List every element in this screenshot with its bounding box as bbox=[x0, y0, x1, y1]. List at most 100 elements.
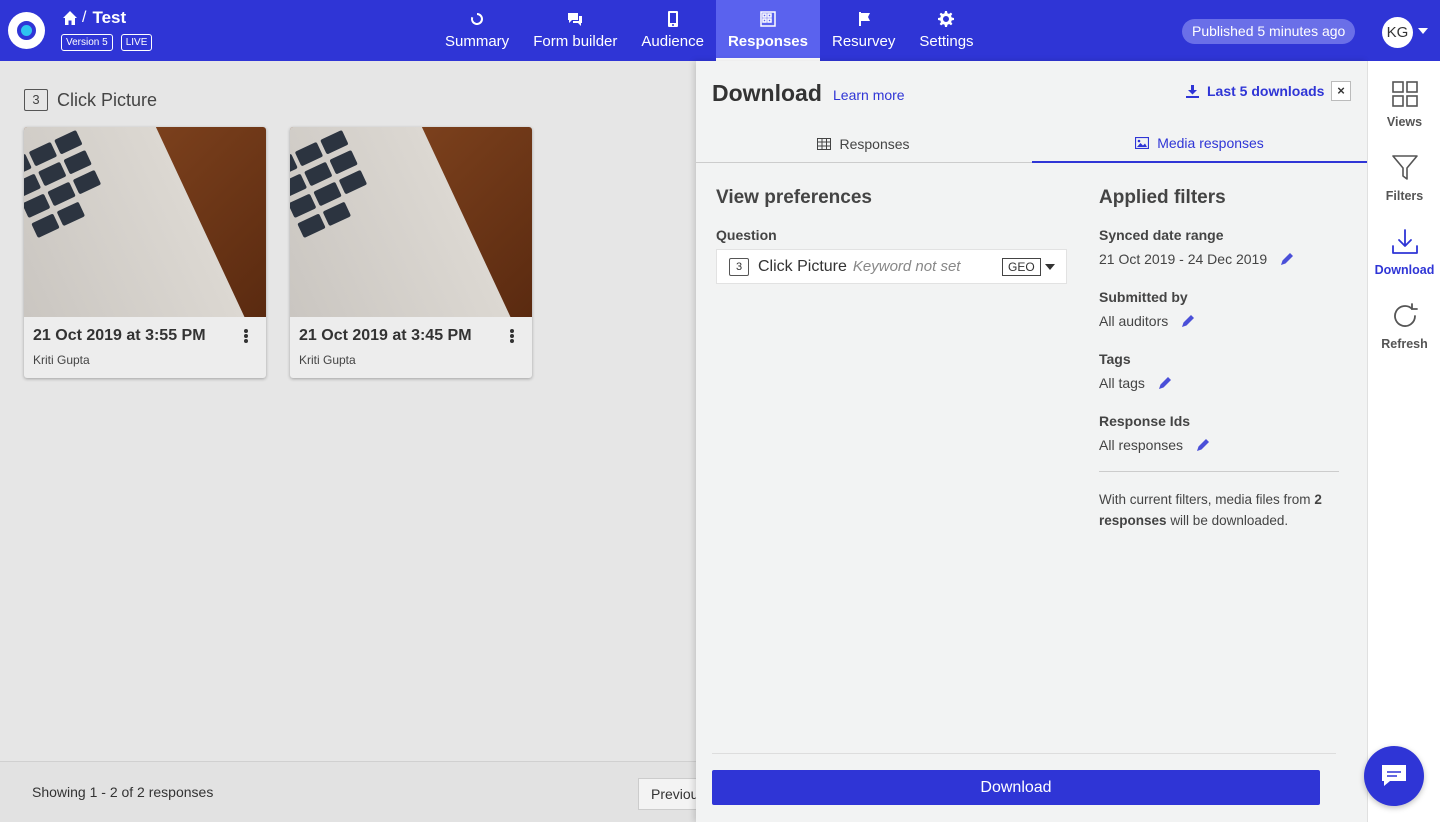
app-logo[interactable] bbox=[8, 12, 45, 49]
nav-resurvey[interactable]: Resurvey bbox=[820, 0, 907, 61]
panel-title: Download bbox=[712, 80, 822, 106]
summary-suffix: will be downloaded. bbox=[1170, 513, 1289, 528]
right-sidebar: Views Filters Download Refresh bbox=[1367, 61, 1440, 822]
summary-prefix: With current filters, media files from bbox=[1099, 492, 1311, 507]
sidebar-item-views[interactable]: Views bbox=[1368, 79, 1440, 129]
download-button[interactable]: Download bbox=[712, 770, 1320, 805]
views-grid-icon bbox=[1391, 81, 1418, 107]
media-photo[interactable] bbox=[290, 127, 532, 317]
avatar[interactable]: KG bbox=[1382, 17, 1413, 48]
filter-value-text: All tags bbox=[1099, 375, 1145, 391]
caret-down-icon[interactable] bbox=[1045, 264, 1055, 270]
filter-label-response-ids: Response Ids bbox=[1099, 413, 1191, 429]
sidebar-item-refresh[interactable]: Refresh bbox=[1368, 301, 1440, 351]
top-bar: / Test Version 5 LIVE Summary Form build… bbox=[0, 0, 1440, 61]
filter-value-tags: All tags bbox=[1099, 375, 1171, 391]
download-tabs: Responses Media responses bbox=[696, 125, 1367, 163]
nav-settings[interactable]: Settings bbox=[907, 0, 985, 61]
published-status-badge[interactable]: Published 5 minutes ago bbox=[1182, 19, 1356, 44]
sidebar-item-download[interactable]: Download bbox=[1368, 227, 1440, 277]
main-nav: Summary Form builder Audience Responses … bbox=[433, 0, 986, 61]
media-card[interactable]: 21 Oct 2019 at 3:45 PM Kriti Gupta bbox=[290, 127, 532, 378]
geo-select[interactable]: GEO bbox=[1002, 258, 1041, 276]
flag-icon bbox=[858, 12, 870, 26]
filter-label-date: Synced date range bbox=[1099, 227, 1224, 243]
nav-summary[interactable]: Summary bbox=[433, 0, 521, 61]
home-icon[interactable] bbox=[62, 10, 78, 26]
nav-label: Responses bbox=[727, 33, 808, 50]
pencil-icon[interactable] bbox=[1281, 253, 1294, 265]
question-number: 3 bbox=[24, 89, 48, 111]
question-label: Question bbox=[716, 227, 777, 243]
pencil-icon[interactable] bbox=[1182, 315, 1195, 327]
tab-label: Responses bbox=[839, 136, 910, 152]
nav-form-builder[interactable]: Form builder bbox=[521, 0, 629, 61]
gear-icon bbox=[938, 11, 955, 27]
live-badge: LIVE bbox=[120, 34, 153, 51]
form-badges: Version 5 LIVE bbox=[61, 34, 153, 51]
download-panel: Download Learn more Last 5 downloads × R… bbox=[696, 61, 1367, 822]
applied-filters-title: Applied filters bbox=[1099, 187, 1226, 208]
image-icon bbox=[1135, 137, 1150, 149]
card-author: Kriti Gupta bbox=[299, 353, 356, 367]
nav-label: Form builder bbox=[533, 33, 618, 50]
nav-audience[interactable]: Audience bbox=[629, 0, 716, 61]
showing-count: Showing 1 - 2 of 2 responses bbox=[32, 784, 214, 800]
filter-value-text: 21 Oct 2019 - 24 Dec 2019 bbox=[1099, 251, 1268, 267]
keyword-placeholder: Keyword not set bbox=[852, 258, 961, 275]
download-icon bbox=[1186, 84, 1199, 98]
breadcrumb-title[interactable]: Test bbox=[92, 8, 126, 28]
tab-media-responses[interactable]: Media responses bbox=[1032, 125, 1367, 163]
filter-label-submitted: Submitted by bbox=[1099, 289, 1188, 305]
version-badge[interactable]: Version 5 bbox=[61, 34, 113, 51]
view-preferences-title: View preferences bbox=[716, 187, 872, 208]
tab-label: Media responses bbox=[1157, 135, 1264, 151]
sidebar-item-label: Download bbox=[1374, 263, 1435, 277]
phone-icon bbox=[667, 11, 678, 27]
download-icon bbox=[1391, 229, 1418, 254]
tab-responses[interactable]: Responses bbox=[696, 125, 1031, 163]
nav-label: Resurvey bbox=[832, 33, 896, 50]
footer-divider bbox=[712, 753, 1336, 754]
chat-launcher[interactable] bbox=[1364, 746, 1424, 806]
media-card[interactable]: 21 Oct 2019 at 3:55 PM Kriti Gupta bbox=[24, 127, 266, 378]
nav-responses[interactable]: Responses bbox=[715, 0, 820, 61]
filter-value-text: All responses bbox=[1099, 437, 1184, 453]
circle-arrows-icon bbox=[471, 12, 484, 25]
table-icon bbox=[817, 138, 832, 150]
nav-label: Audience bbox=[641, 33, 704, 50]
more-options-icon[interactable] bbox=[510, 329, 514, 343]
nav-label: Settings bbox=[919, 33, 974, 50]
download-summary: With current filters, media files from 2… bbox=[1099, 489, 1339, 531]
grid-icon bbox=[760, 11, 776, 27]
question-number: 3 bbox=[729, 257, 749, 276]
filter-label-tags: Tags bbox=[1099, 351, 1131, 367]
sidebar-item-filters[interactable]: Filters bbox=[1368, 153, 1440, 203]
pencil-icon[interactable] bbox=[1197, 439, 1210, 451]
sidebar-item-label: Filters bbox=[1385, 189, 1424, 203]
filter-value-text: All auditors bbox=[1099, 313, 1169, 329]
chat-icon bbox=[1382, 765, 1406, 786]
breadcrumb-separator: / bbox=[82, 9, 87, 26]
refresh-icon bbox=[1393, 303, 1418, 327]
chevron-down-icon[interactable] bbox=[1418, 28, 1428, 34]
last-downloads-link[interactable]: Last 5 downloads bbox=[1186, 83, 1324, 99]
sidebar-item-label: Views bbox=[1386, 115, 1423, 129]
question-selector[interactable]: 3 Click Picture Keyword not set GEO bbox=[716, 249, 1067, 284]
learn-more-link[interactable]: Learn more bbox=[833, 87, 905, 103]
last-downloads-label: Last 5 downloads bbox=[1207, 83, 1325, 99]
card-author: Kriti Gupta bbox=[33, 353, 90, 367]
media-photo[interactable] bbox=[24, 127, 266, 317]
more-options-icon[interactable] bbox=[244, 329, 248, 343]
question-title: Click Picture bbox=[758, 257, 847, 275]
filter-value-submitted: All auditors bbox=[1099, 313, 1195, 329]
card-date: 21 Oct 2019 at 3:45 PM bbox=[299, 327, 472, 344]
pencil-icon[interactable] bbox=[1158, 377, 1171, 389]
pagination-bar: Showing 1 - 2 of 2 responses Previous bbox=[0, 761, 708, 822]
card-date: 21 Oct 2019 at 3:55 PM bbox=[33, 327, 206, 344]
close-button[interactable]: × bbox=[1331, 81, 1351, 101]
sidebar-item-label: Refresh bbox=[1381, 337, 1428, 351]
chat-bubbles-icon bbox=[568, 13, 583, 26]
filter-value-date: 21 Oct 2019 - 24 Dec 2019 bbox=[1099, 251, 1294, 267]
nav-label: Summary bbox=[445, 33, 510, 50]
